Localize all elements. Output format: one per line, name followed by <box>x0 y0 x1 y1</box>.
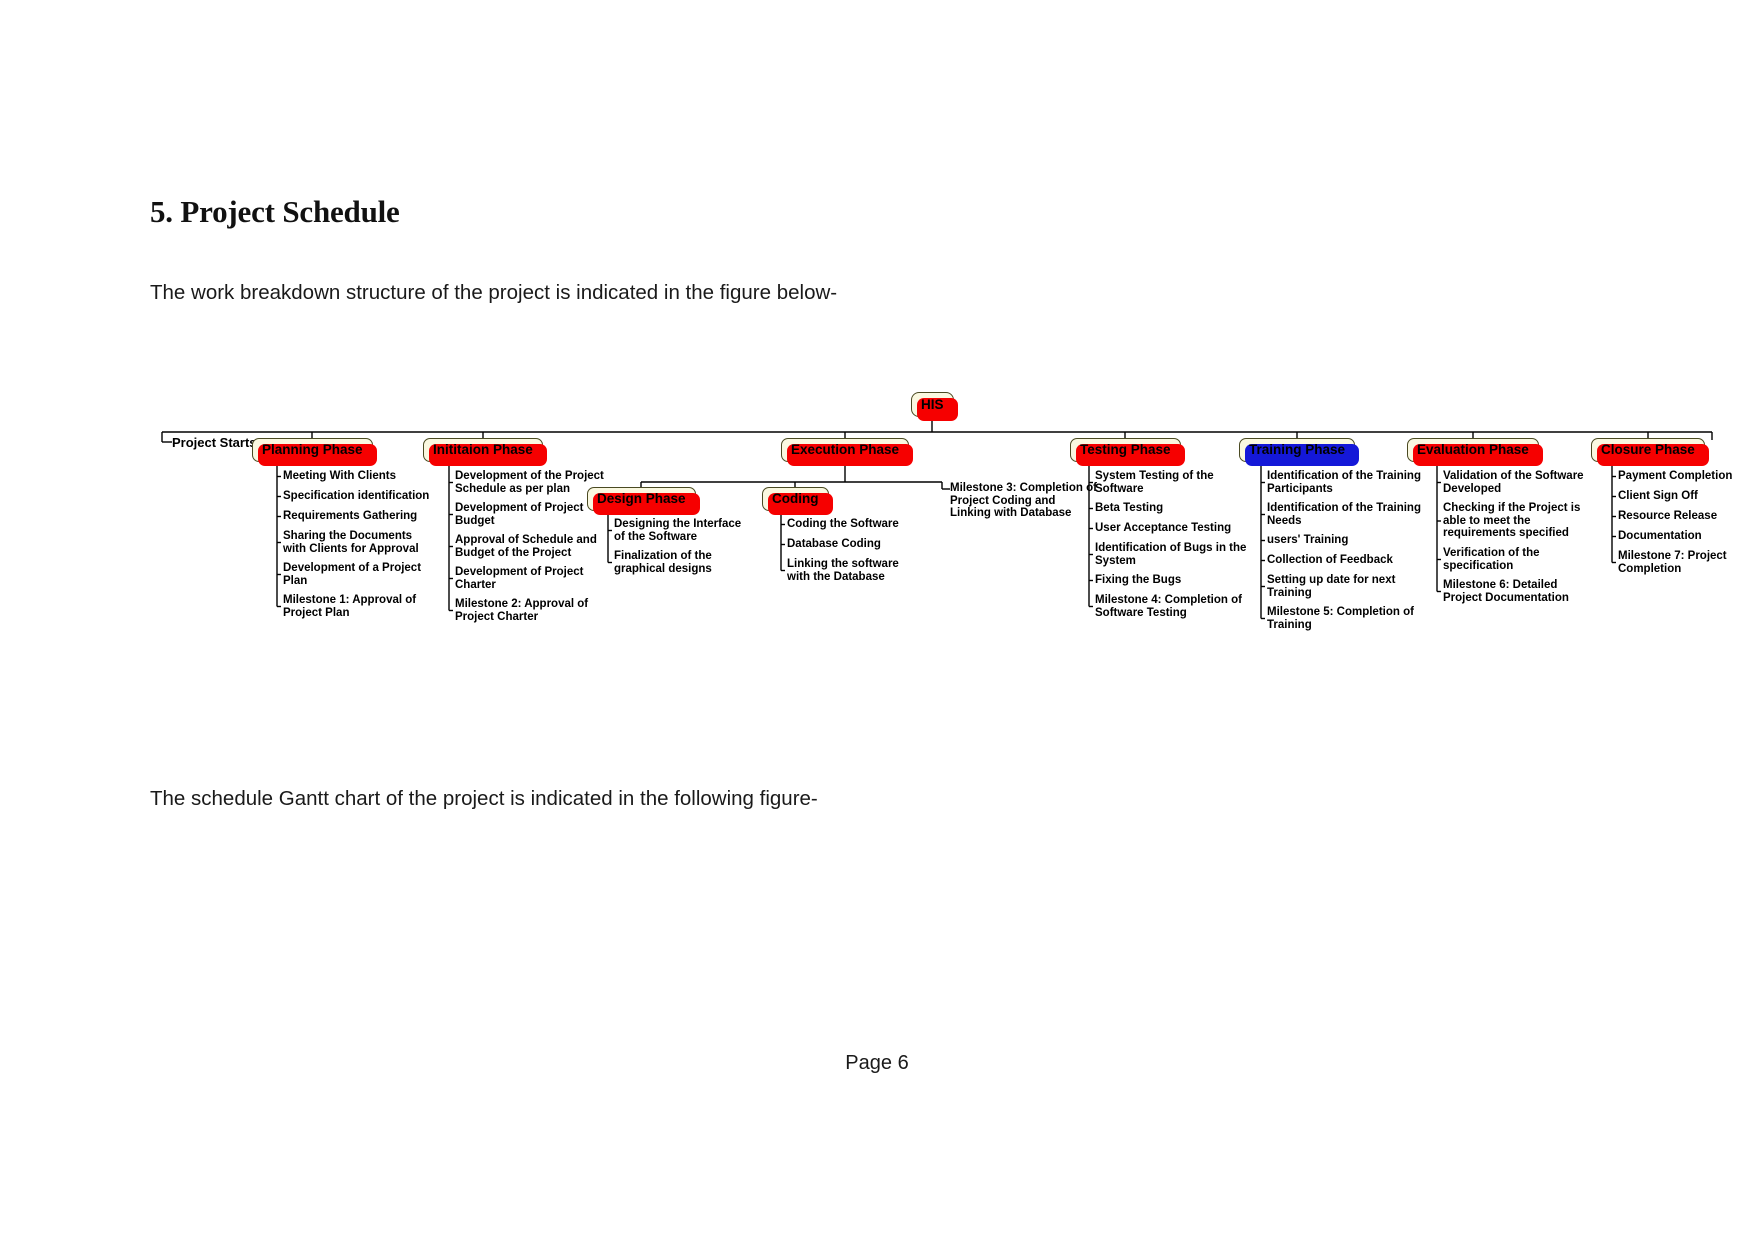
project-starts-label: Project Starts <box>172 435 257 450</box>
phase-execution-phase-task: Milestone 3: Completion of Project Codin… <box>950 482 1097 520</box>
phase-testing-phase-task: Identification of Bugs in the System <box>1095 542 1247 567</box>
phase-planning-phase-task: Specification identification <box>283 490 430 502</box>
phase-node-evaluation-phase[interactable]: Evaluation Phase <box>1407 438 1543 466</box>
phase-closure-phase-task: Milestone 7: Project Completion <box>1618 550 1727 575</box>
phase-evaluation-phase-task: Validation of the Software Developed <box>1443 470 1584 495</box>
phase-testing-phase-task: System Testing of the Software <box>1095 470 1214 495</box>
phase-evaluation-phase-task: Verification of the specification <box>1443 547 1540 572</box>
subphase-design-phase-task: Designing the Interface of the Software <box>614 518 742 543</box>
phase-training-phase-task: Identification of the Training Participa… <box>1267 470 1421 495</box>
phase-node-execution-phase[interactable]: Execution Phase <box>781 438 914 466</box>
phase-inititaion-phase-task: Milestone 2: Approval of Project Charter <box>455 598 589 623</box>
phase-node-planning-phase[interactable]: Planning Phase <box>252 438 377 466</box>
phase-evaluation-phase-task: Milestone 6: Detailed Project Documentat… <box>1443 579 1569 604</box>
wbs-connector-lines <box>161 417 1713 620</box>
wbs-diagram: HIS Project Starts Planning Phase Meeting W… <box>0 0 1754 1241</box>
phase-testing-phase-task: Fixing the Bugs <box>1095 574 1182 586</box>
phase-node-testing-phase[interactable]: Testing Phase <box>1070 438 1185 466</box>
wbs-root-node[interactable]: HIS <box>911 392 957 421</box>
phase-closure-phase-task: Client Sign Off <box>1618 490 1698 502</box>
phase-closure-phase-task: Documentation <box>1618 530 1702 542</box>
phase-testing-phase-task: User Acceptance Testing <box>1095 522 1232 534</box>
phase-training-phase-task: users' Training <box>1267 534 1349 546</box>
subphase-node-design-phase[interactable]: Design Phase <box>587 487 700 515</box>
subphase-design-phase-task: Finalization of the graphical designs <box>614 550 712 575</box>
phase-inititaion-phase-task: Approval of Schedule and Budget of the P… <box>455 534 597 559</box>
phase-node-training-phase[interactable]: Training Phase <box>1239 438 1360 466</box>
phase-closure-phase-task: Resource Release <box>1618 510 1718 522</box>
phase-planning-phase-task: Sharing the Documents with Clients for A… <box>283 530 419 555</box>
phase-planning-phase-task: Requirements Gathering <box>283 510 418 522</box>
phase-planning-phase-task: Milestone 1: Approval of Project Plan <box>283 594 417 619</box>
phase-planning-phase-task: Meeting With Clients <box>283 470 396 482</box>
phase-testing-phase-task: Milestone 4: Completion of Software Test… <box>1095 594 1242 619</box>
phase-planning-phase-task: Development of a Project Plan <box>283 562 422 587</box>
subphase-coding-task: Linking the software with the Database <box>787 558 899 583</box>
phase-node-inititaion-phase[interactable]: Inititaion Phase <box>423 438 547 466</box>
phase-training-phase-task: Setting up date for next Training <box>1267 574 1396 599</box>
phase-training-phase-task: Identification of the Training Needs <box>1267 502 1421 527</box>
phase-node-closure-phase[interactable]: Closure Phase <box>1591 438 1709 466</box>
phase-training-phase-task: Collection of Feedback <box>1267 554 1393 566</box>
phase-closure-phase-task: Payment Completion <box>1618 470 1733 482</box>
subphase-node-coding[interactable]: Coding <box>762 487 832 515</box>
subphase-coding-task: Database Coding <box>787 538 881 550</box>
subphase-coding-task: Coding the Software <box>787 518 899 530</box>
phase-training-phase-task: Milestone 5: Completion of Training <box>1267 606 1414 631</box>
phase-testing-phase-task: Beta Testing <box>1095 502 1164 514</box>
phase-evaluation-phase-task: Checking if the Project is able to meet … <box>1443 502 1581 540</box>
phase-inititaion-phase-task: Development of Project Charter <box>455 566 584 591</box>
